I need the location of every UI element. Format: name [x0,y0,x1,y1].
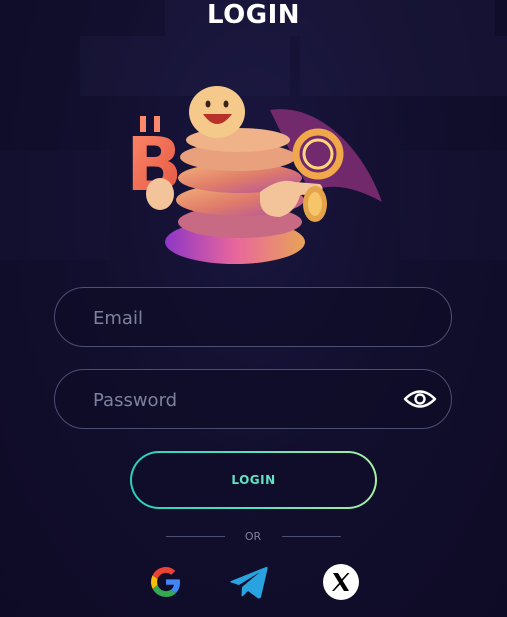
password-field[interactable] [54,369,452,430]
login-button[interactable]: LOGIN [130,451,377,509]
email-field[interactable] [54,287,452,348]
google-icon[interactable] [148,564,184,600]
login-button-label: LOGIN [231,473,276,487]
background-panel [400,150,507,260]
x-logo-glyph [332,573,350,591]
mascot-illustration: B [126,86,382,264]
or-label: OR [244,530,262,543]
divider-line-left [166,536,225,537]
password-input[interactable] [91,370,395,430]
background-panel [0,150,110,260]
telegram-icon[interactable] [229,564,269,600]
divider-line-right [282,536,341,537]
page-title: LOGIN [206,0,301,30]
eye-icon[interactable] [403,386,437,412]
x-icon[interactable] [323,564,359,600]
email-input[interactable] [91,288,395,348]
or-divider: OR [0,530,507,544]
